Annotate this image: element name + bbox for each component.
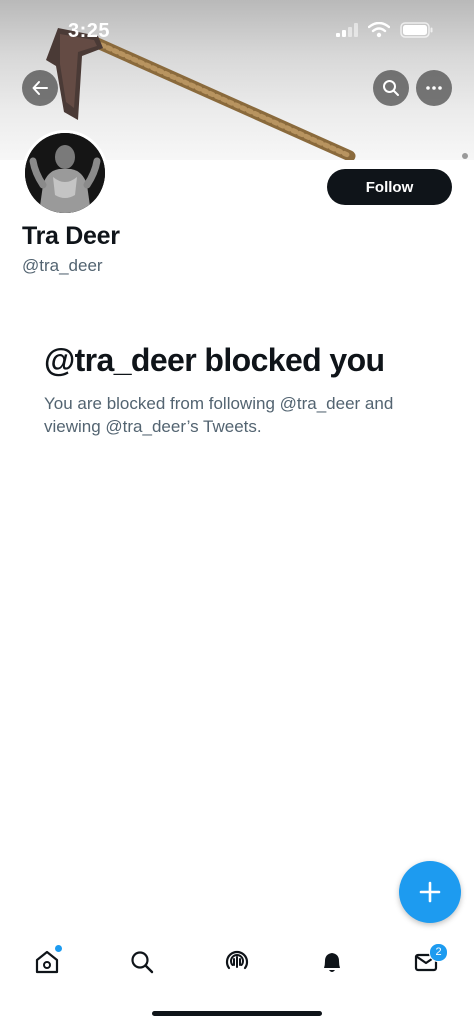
tab-home[interactable] (25, 940, 69, 984)
bell-icon (324, 953, 340, 972)
tab-messages[interactable]: 2 (404, 940, 448, 984)
wifi-icon (368, 22, 390, 38)
avatar-image (25, 133, 105, 213)
search-button[interactable] (373, 70, 409, 106)
spaces-icon (225, 950, 249, 970)
home-notification-dot (55, 945, 62, 952)
tab-notifications[interactable] (310, 940, 354, 984)
messages-badge: 2 (429, 943, 448, 962)
plus-icon (419, 881, 441, 903)
status-icons (336, 22, 434, 38)
follow-button[interactable]: Follow (327, 169, 452, 205)
back-button[interactable] (22, 70, 58, 106)
more-button[interactable] (416, 70, 452, 106)
search-icon (383, 80, 399, 96)
blocked-description: You are blocked from following @tra_deer… (44, 394, 394, 436)
more-icon (426, 86, 442, 90)
tab-bar: 2 (0, 940, 474, 984)
home-indicator (152, 1011, 322, 1016)
profile-name: Tra Deer (22, 222, 120, 250)
profile-handle: @tra_deer (22, 256, 103, 275)
arrow-left-icon (32, 81, 48, 95)
tab-spaces[interactable] (215, 940, 259, 984)
tab-search[interactable] (120, 940, 164, 984)
signal-icon (336, 23, 358, 37)
search-icon (131, 951, 154, 974)
battery-icon (400, 22, 433, 38)
blocked-title: @tra_deer blocked you (44, 342, 385, 378)
compose-button[interactable] (399, 861, 461, 923)
home-icon (35, 950, 59, 974)
status-time: 3:25 (68, 20, 111, 42)
avatar[interactable] (22, 130, 108, 216)
